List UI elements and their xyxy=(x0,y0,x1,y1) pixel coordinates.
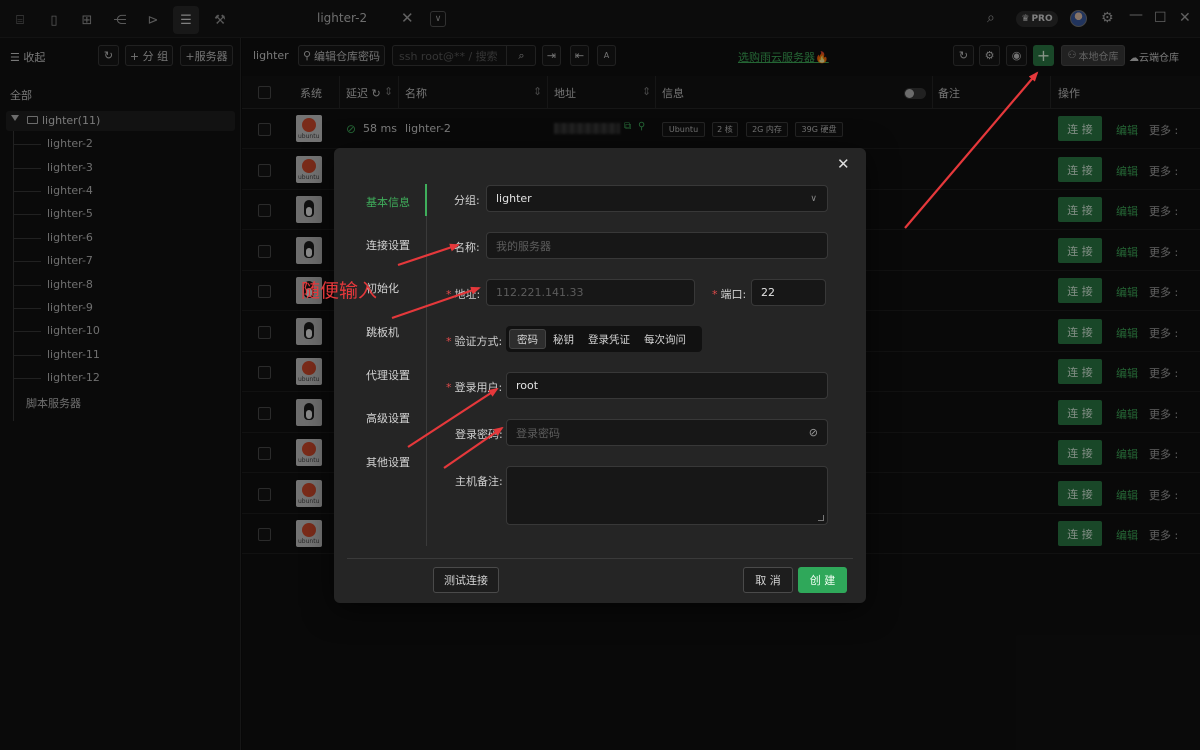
add-server-dialog: ✕ 基本信息 连接设置 初始化 跳板机 代理设置 高级设置 其他设置 分组: l… xyxy=(334,148,866,603)
address-label-text: 地址: xyxy=(454,288,481,301)
eye-off-icon[interactable]: ⊘ xyxy=(809,426,818,439)
auth-option-key[interactable]: 秘钥 xyxy=(546,329,581,349)
auth-option-credential[interactable]: 登录凭证 xyxy=(581,329,637,349)
port-label-text: 端口: xyxy=(720,288,747,301)
nav-jump-host[interactable]: 跳板机 xyxy=(366,324,399,340)
nav-advanced-settings[interactable]: 高级设置 xyxy=(366,410,410,426)
user-input[interactable]: root xyxy=(506,372,828,399)
group-select[interactable]: lighter ∨ xyxy=(486,185,828,212)
password-input[interactable]: 登录密码 ⊘ xyxy=(506,419,828,446)
nav-basic-info[interactable]: 基本信息 xyxy=(366,194,410,210)
nav-proxy-settings[interactable]: 代理设置 xyxy=(366,367,410,383)
port-input[interactable]: 22 xyxy=(751,279,826,306)
nav-divider xyxy=(426,184,427,546)
auth-label-text: 验证方式: xyxy=(454,335,503,348)
user-label: * 登录用户: xyxy=(446,381,503,394)
group-select-value: lighter xyxy=(496,192,532,205)
remark-label: 主机备注: xyxy=(455,475,503,488)
group-label: 分组: xyxy=(454,194,480,207)
nav-connection-settings[interactable]: 连接设置 xyxy=(366,237,410,253)
auth-method-segmented: 密码 秘钥 登录凭证 每次询问 xyxy=(506,326,702,352)
port-label: * 端口: xyxy=(712,288,747,301)
auth-option-ask-each-time[interactable]: 每次询问 xyxy=(637,329,693,349)
cancel-button[interactable]: 取 消 xyxy=(743,567,793,593)
name-label: 名称: xyxy=(454,241,480,254)
password-placeholder: 登录密码 xyxy=(516,426,560,440)
annotation-text: 随便输入 xyxy=(301,280,378,302)
chevron-down-icon: ∨ xyxy=(810,193,817,204)
dialog-close-icon[interactable]: ✕ xyxy=(837,155,850,173)
address-label: * 地址: xyxy=(446,288,481,301)
address-input[interactable]: 112.221.141.33 xyxy=(486,279,695,306)
test-connection-button[interactable]: 测试连接 xyxy=(433,567,499,593)
password-label: 登录密码: xyxy=(455,428,503,441)
auth-label: * 验证方式: xyxy=(446,335,503,348)
nav-other-settings[interactable]: 其他设置 xyxy=(366,454,410,470)
auth-option-password[interactable]: 密码 xyxy=(509,329,546,349)
dialog-divider xyxy=(347,558,853,559)
remark-textarea[interactable] xyxy=(506,466,828,525)
nav-active-indicator xyxy=(425,184,427,216)
user-label-text: 登录用户: xyxy=(454,381,503,394)
name-input[interactable]: 我的服务器 xyxy=(486,232,828,259)
create-button[interactable]: 创 建 xyxy=(798,567,847,593)
